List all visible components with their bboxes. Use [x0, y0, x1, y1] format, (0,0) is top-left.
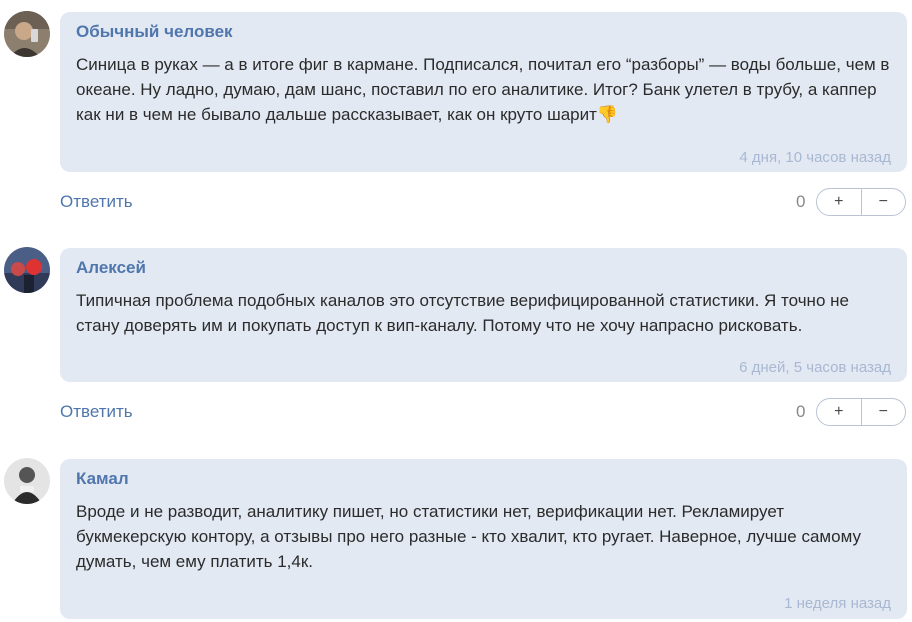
upvote-button[interactable]: +	[817, 399, 861, 425]
comment-text: Синица в руках — а в итоге фиг в кармане…	[76, 55, 890, 124]
comment-bubble: Камал Вроде и не разводит, аналитику пиш…	[60, 459, 907, 619]
comment-text: Вроде и не разводит, аналитику пишет, но…	[76, 502, 861, 571]
comment-bubble: Обычный человек Синица в руках — а в ито…	[60, 12, 907, 172]
avatar[interactable]	[4, 247, 50, 293]
comment-timestamp: 1 неделя назад	[784, 595, 891, 612]
vote-score: 0	[796, 402, 806, 421]
comment-bubble: Алексей Типичная проблема подобных канал…	[60, 248, 907, 382]
comment-text: Типичная проблема подобных каналов это о…	[76, 291, 849, 335]
comment-timestamp: 6 дней, 5 часов назад	[739, 359, 891, 376]
vote-controls: + −	[816, 188, 906, 216]
upvote-button[interactable]: +	[817, 189, 861, 215]
comment-author[interactable]: Алексей	[76, 258, 146, 278]
vote-score: 0	[796, 192, 806, 211]
avatar[interactable]	[4, 11, 50, 57]
comment-author[interactable]: Обычный человек	[76, 22, 233, 42]
downvote-button[interactable]: −	[860, 189, 906, 215]
reply-button[interactable]: Ответить	[60, 402, 133, 422]
comment-timestamp: 4 дня, 10 часов назад	[739, 149, 891, 166]
reply-button[interactable]: Ответить	[60, 192, 133, 212]
comment-author[interactable]: Камал	[76, 469, 129, 489]
downvote-button[interactable]: −	[860, 399, 906, 425]
vote-controls: + −	[816, 398, 906, 426]
avatar[interactable]	[4, 458, 50, 504]
